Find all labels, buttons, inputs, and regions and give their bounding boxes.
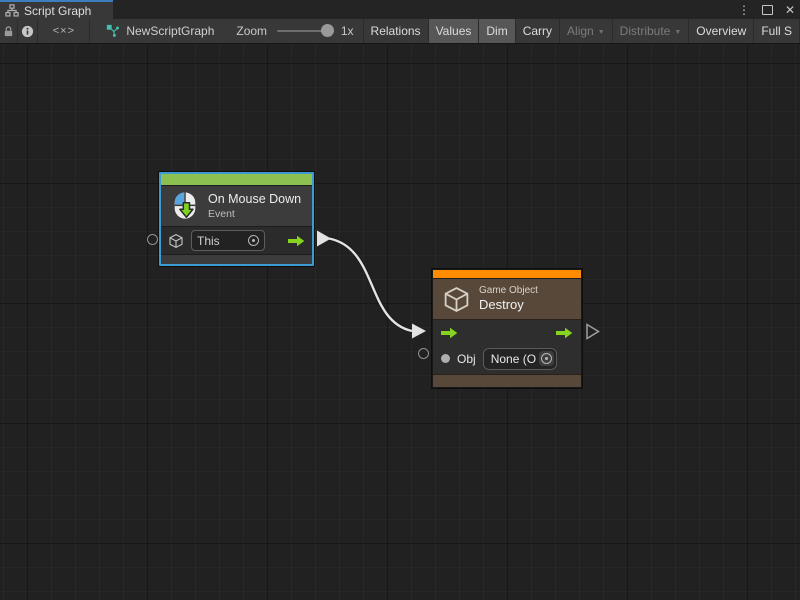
node-body: Obj None (O xyxy=(433,320,581,374)
tab-label: Script Graph xyxy=(24,4,91,18)
lock-icon xyxy=(2,25,15,38)
zoom-value: 1x xyxy=(341,24,354,38)
wire-end-arrow xyxy=(412,324,426,339)
node-on-mouse-down[interactable]: On Mouse Down Event This xyxy=(159,172,314,266)
control-input-port[interactable] xyxy=(441,327,458,339)
node-title: Destroy xyxy=(479,297,538,313)
connection-wire xyxy=(0,44,800,600)
game-object-cube-icon xyxy=(168,233,184,249)
toolbar-buttons: Relations Values Dim Carry Align ▼ Distr… xyxy=(363,19,800,43)
code-icon: <×> xyxy=(53,25,75,37)
chevron-down-icon: ▼ xyxy=(674,27,681,36)
lock-button[interactable] xyxy=(0,19,18,43)
game-object-cube-icon xyxy=(442,285,471,314)
node-footer xyxy=(161,254,312,264)
value-input-port[interactable] xyxy=(441,354,450,363)
graph-breadcrumb[interactable]: NewScriptGraph xyxy=(106,19,214,43)
category-accent-bar xyxy=(433,270,581,278)
port-label: Obj xyxy=(457,352,476,366)
toolbar-button-dim[interactable]: Dim xyxy=(478,19,514,43)
mouse-down-icon xyxy=(170,191,200,221)
tab-bar: Script Graph ⋮ ✕ xyxy=(0,0,800,19)
hierarchy-icon xyxy=(5,4,19,17)
script-graph-window: Script Graph ⋮ ✕ xyxy=(0,0,800,600)
control-output-port[interactable] xyxy=(288,235,305,247)
toolbar-button-values[interactable]: Values xyxy=(428,19,479,43)
code-view-button[interactable]: <×> xyxy=(38,19,90,43)
node-body: This xyxy=(161,227,312,254)
node-subtitle: Event xyxy=(208,208,301,221)
menu-icon[interactable]: ⋮ xyxy=(738,4,750,16)
toolbar-button-distribute[interactable]: Distribute ▼ xyxy=(612,19,689,43)
graph-name: NewScriptGraph xyxy=(126,24,214,38)
destroy-obj-port[interactable] xyxy=(418,348,429,359)
object-picker-icon[interactable] xyxy=(539,351,554,366)
node-header: Game Object Destroy xyxy=(433,278,581,320)
info-icon xyxy=(21,25,34,38)
toolbar-button-overview[interactable]: Overview xyxy=(688,19,753,43)
control-output-port-outer xyxy=(587,325,599,339)
object-value-field[interactable]: None (O xyxy=(483,348,557,370)
graph-canvas[interactable]: On Mouse Down Event This xyxy=(0,44,800,600)
chevron-down-icon: ▼ xyxy=(598,27,605,36)
control-output-port[interactable] xyxy=(556,327,573,339)
info-button[interactable] xyxy=(18,19,38,43)
wire-start-arrow xyxy=(317,231,331,247)
toolbar-button-relations[interactable]: Relations xyxy=(363,19,428,43)
zoom-slider[interactable] xyxy=(277,19,334,43)
event-target-port[interactable] xyxy=(147,234,158,245)
close-icon[interactable]: ✕ xyxy=(785,4,795,16)
maximize-icon[interactable] xyxy=(762,5,773,15)
tab-script-graph[interactable]: Script Graph xyxy=(0,0,113,19)
node-header: On Mouse Down Event xyxy=(161,185,312,227)
zoom-slider-handle[interactable] xyxy=(321,24,334,37)
graph-toolbar: <×> NewScriptGraph Zoom 1x Relations Val… xyxy=(0,19,800,44)
object-picker-icon[interactable] xyxy=(248,235,259,246)
window-controls: ⋮ ✕ xyxy=(738,0,795,19)
toolbar-button-align[interactable]: Align ▼ xyxy=(559,19,612,43)
node-title: On Mouse Down xyxy=(208,192,301,208)
node-footer xyxy=(433,374,581,387)
script-graph-icon xyxy=(106,24,120,38)
toolbar-button-carry[interactable]: Carry xyxy=(515,19,559,43)
node-category: Game Object xyxy=(479,284,538,297)
node-destroy[interactable]: Game Object Destroy Obj No xyxy=(432,269,582,388)
toolbar-button-fullscreen[interactable]: Full S xyxy=(753,19,800,43)
event-accent-bar xyxy=(161,174,312,185)
target-value-field[interactable]: This xyxy=(191,230,265,251)
zoom-label: Zoom xyxy=(236,24,267,38)
